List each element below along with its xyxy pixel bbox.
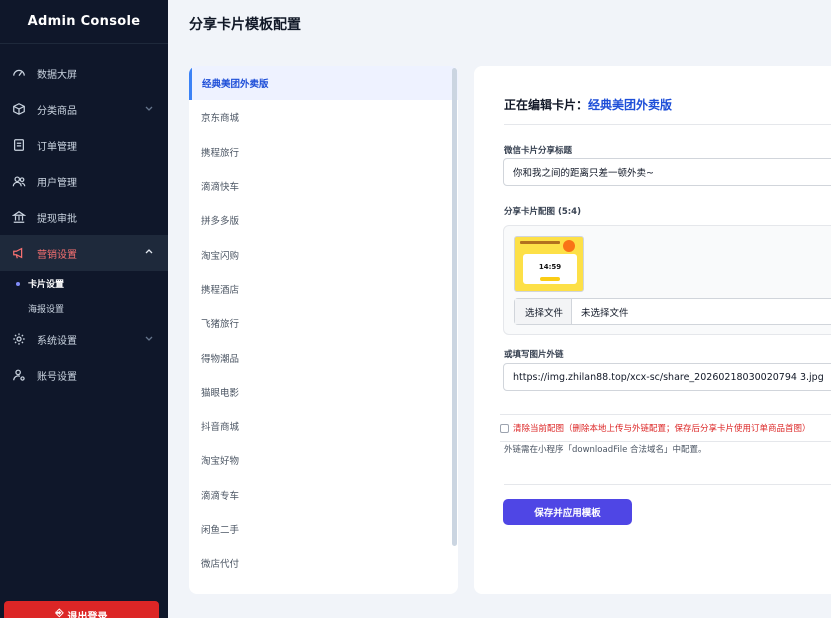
template-list-scrollbar[interactable]	[452, 68, 457, 546]
template-item[interactable]: 携程酒店	[189, 272, 458, 306]
image-upload-box: 14:59 选择文件 未选择文件	[503, 225, 831, 335]
template-item[interactable]: 猫眼电影	[189, 375, 458, 409]
url-label: 或填写图片外链	[504, 350, 564, 360]
sidebar: Admin Console 数据大屏 分类商品 订单管理 用户管理 提现审批 营…	[0, 0, 168, 618]
chevron-up-icon	[145, 249, 153, 254]
template-item[interactable]: 抖音商城	[189, 409, 458, 443]
editor-heading: 正在编辑卡片：经典美团外卖版	[504, 96, 672, 113]
logout-button[interactable]: ⎆ 退出登录	[4, 601, 159, 618]
sidebar-item-label: 系统设置	[37, 335, 77, 347]
file-status: 未选择文件	[581, 307, 629, 319]
file-input[interactable]: 选择文件 未选择文件	[514, 298, 831, 325]
sidebar-subitem-card-settings[interactable]: 卡片设置	[0, 271, 168, 296]
clear-image-checkbox[interactable]	[500, 423, 509, 433]
sidebar-subitem-poster-settings[interactable]: 海报设置	[0, 296, 168, 321]
app-title: Admin Console	[0, 0, 168, 44]
image-label: 分享卡片配图 (5:4)	[504, 207, 581, 217]
sidebar-item-orders[interactable]: 订单管理	[0, 127, 168, 163]
editor-heading-prefix: 正在编辑卡片：	[504, 98, 589, 112]
image-url-input[interactable]: https://img.zhilan88.top/xcx-sc/share_20…	[503, 363, 831, 391]
sidebar-item-label: 分类商品	[37, 105, 77, 117]
gear-icon	[12, 332, 26, 346]
clear-image-row: 清除当前配图（删除本地上传与外链配置；保存后分享卡片使用订单商品首图）	[500, 414, 831, 442]
dashboard-icon	[12, 66, 26, 80]
sidebar-item-users[interactable]: 用户管理	[0, 163, 168, 199]
template-item[interactable]: 滴滴快车	[189, 169, 458, 203]
box-icon	[12, 102, 26, 116]
share-title-input[interactable]: 你和我之间的距离只差一顿外卖~	[503, 158, 831, 186]
megaphone-icon	[12, 246, 26, 260]
receipt-icon	[12, 138, 26, 152]
user-gear-icon	[12, 368, 26, 382]
sidebar-nav: 数据大屏 分类商品 订单管理 用户管理 提现审批 营销设置 卡片设置 海报设置 …	[0, 55, 168, 393]
template-item[interactable]: 京东商城	[189, 100, 458, 134]
page-title: 分享卡片模板配置	[189, 17, 301, 33]
sidebar-item-label: 账号设置	[37, 371, 77, 383]
active-dot	[16, 281, 20, 286]
template-list: 经典美团外卖版 京东商城 携程旅行 滴滴快车 拼多多版 淘宝闪购 携程酒店 飞猪…	[189, 66, 458, 594]
sidebar-item-marketing[interactable]: 营销设置	[0, 235, 168, 271]
template-item[interactable]: 经典美团外卖版	[189, 66, 458, 101]
share-title-label: 微信卡片分享标题	[504, 146, 573, 156]
bank-icon	[12, 210, 26, 224]
choose-file-button[interactable]: 选择文件	[515, 299, 573, 324]
domain-hint: 外链需在小程序「downloadFile 合法域名」中配置。	[504, 445, 707, 455]
template-item[interactable]: 滴滴专车	[189, 478, 458, 512]
clear-image-label[interactable]: 清除当前配图（删除本地上传与外链配置；保存后分享卡片使用订单商品首图）	[513, 422, 811, 434]
save-apply-button[interactable]: 保存并应用模板	[503, 499, 632, 525]
template-item[interactable]: 拼多多版	[189, 203, 458, 237]
divider	[504, 484, 831, 485]
sidebar-subitem-label: 海报设置	[28, 305, 65, 315]
sidebar-item-label: 营销设置	[37, 249, 77, 261]
sidebar-item-system[interactable]: 系统设置	[0, 321, 168, 357]
template-item[interactable]: 微店代付	[189, 546, 458, 580]
card-editor: 正在编辑卡片：经典美团外卖版 微信卡片分享标题 你和我之间的距离只差一顿外卖~ …	[474, 66, 831, 594]
sidebar-item-dashboard[interactable]: 数据大屏	[0, 55, 168, 91]
sidebar-item-label: 订单管理	[37, 141, 77, 153]
template-item[interactable]: 飞猪旅行	[189, 306, 458, 340]
sidebar-item-label: 提现审批	[37, 213, 77, 225]
editor-heading-name: 经典美团外卖版	[588, 98, 673, 112]
thumbnail-time: 14:59	[538, 263, 562, 271]
sidebar-item-label: 用户管理	[37, 177, 77, 189]
card-image-thumbnail: 14:59	[514, 236, 584, 292]
template-item[interactable]: 闲鱼二手	[189, 512, 458, 546]
sidebar-item-label: 数据大屏	[37, 69, 77, 81]
sidebar-subitem-label: 卡片设置	[28, 280, 65, 290]
logout-label: 退出登录	[67, 612, 108, 618]
chevron-down-icon	[145, 106, 153, 111]
template-item[interactable]: 淘宝闪购	[189, 237, 458, 271]
sidebar-item-products[interactable]: 分类商品	[0, 91, 168, 127]
sidebar-item-account[interactable]: 账号设置	[0, 357, 168, 393]
users-icon	[12, 174, 26, 188]
logout-icon: ⎆	[55, 608, 64, 618]
template-item[interactable]: 淘宝好物	[189, 443, 458, 477]
divider	[504, 124, 831, 125]
chevron-down-icon	[145, 336, 153, 341]
sidebar-item-withdrawal[interactable]: 提现审批	[0, 199, 168, 235]
template-item[interactable]: 得物潮品	[189, 340, 458, 374]
template-item[interactable]: 携程旅行	[189, 135, 458, 169]
